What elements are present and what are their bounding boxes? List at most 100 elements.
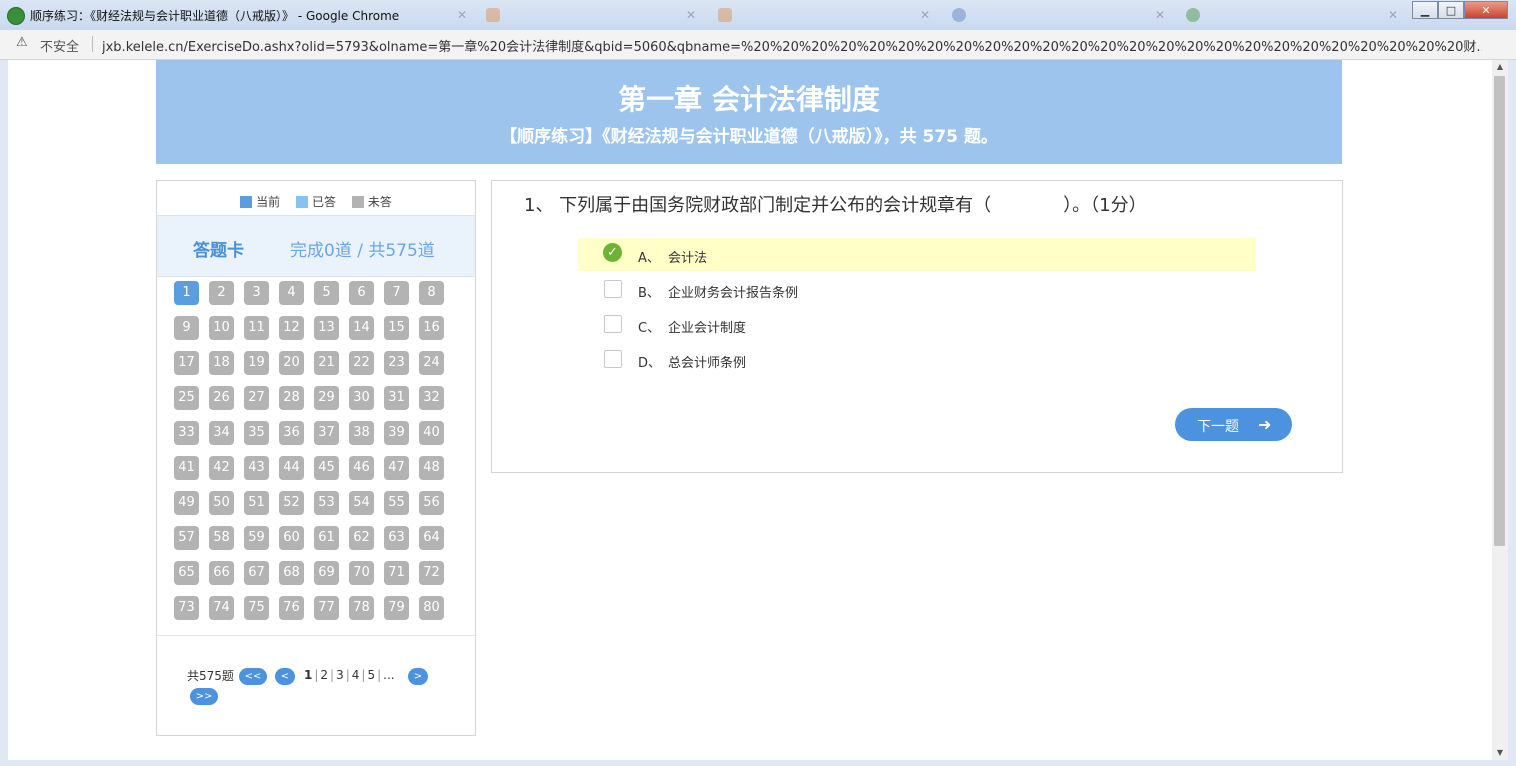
question-number-54[interactable]: 54 [349,491,374,515]
option-checkbox[interactable] [604,315,622,333]
question-number-50[interactable]: 50 [209,491,234,515]
question-number-23[interactable]: 23 [384,351,409,375]
option-checkbox[interactable] [604,280,622,298]
vertical-scrollbar[interactable]: ▲ ▼ [1492,60,1508,760]
page-link-2[interactable]: 2 [320,668,328,682]
question-number-8[interactable]: 8 [419,281,444,305]
question-number-52[interactable]: 52 [279,491,304,515]
question-number-66[interactable]: 66 [209,561,234,585]
question-number-12[interactable]: 12 [279,316,304,340]
question-number-13[interactable]: 13 [314,316,339,340]
question-number-30[interactable]: 30 [349,386,374,410]
question-number-24[interactable]: 24 [419,351,444,375]
question-number-78[interactable]: 78 [349,596,374,620]
question-number-28[interactable]: 28 [279,386,304,410]
question-number-57[interactable]: 57 [174,526,199,550]
question-number-36[interactable]: 36 [279,421,304,445]
page-link-1[interactable]: 1 [304,668,312,682]
question-number-68[interactable]: 68 [279,561,304,585]
next-question-button[interactable]: 下一题 ➜ [1175,408,1292,441]
question-number-32[interactable]: 32 [419,386,444,410]
question-number-27[interactable]: 27 [244,386,269,410]
question-number-3[interactable]: 3 [244,281,269,305]
tab-close-icon[interactable]: ✕ [1388,8,1398,22]
question-number-19[interactable]: 19 [244,351,269,375]
last-page-button[interactable]: >> [190,688,218,705]
next-page-button[interactable]: > [408,668,428,685]
question-number-48[interactable]: 48 [419,456,444,480]
question-number-20[interactable]: 20 [279,351,304,375]
question-number-17[interactable]: 17 [174,351,199,375]
security-label[interactable]: 不安全 [40,36,79,55]
question-number-49[interactable]: 49 [174,491,199,515]
tab-close-icon[interactable]: ✕ [457,8,467,22]
question-number-65[interactable]: 65 [174,561,199,585]
question-number-34[interactable]: 34 [209,421,234,445]
background-tab[interactable] [718,6,742,26]
question-number-79[interactable]: 79 [384,596,409,620]
maximize-button[interactable]: □ [1438,1,1464,19]
question-number-61[interactable]: 61 [314,526,339,550]
tab-close-icon[interactable]: ✕ [1155,8,1165,22]
page-link-4[interactable]: 4 [352,668,360,682]
question-number-47[interactable]: 47 [384,456,409,480]
question-number-37[interactable]: 37 [314,421,339,445]
question-number-40[interactable]: 40 [419,421,444,445]
question-number-44[interactable]: 44 [279,456,304,480]
question-number-39[interactable]: 39 [384,421,409,445]
prev-page-button[interactable]: < [275,668,295,685]
question-number-46[interactable]: 46 [349,456,374,480]
question-number-7[interactable]: 7 [384,281,409,305]
question-number-5[interactable]: 5 [314,281,339,305]
question-number-58[interactable]: 58 [209,526,234,550]
question-number-29[interactable]: 29 [314,386,339,410]
background-tab[interactable] [486,6,510,26]
question-number-56[interactable]: 56 [419,491,444,515]
question-number-33[interactable]: 33 [174,421,199,445]
question-number-10[interactable]: 10 [209,316,234,340]
close-button[interactable]: ✕ [1464,1,1508,19]
first-page-button[interactable]: << [239,668,267,685]
option-a[interactable]: ✓ A、 会计法 [578,238,1256,271]
question-number-11[interactable]: 11 [244,316,269,340]
question-number-35[interactable]: 35 [244,421,269,445]
question-number-6[interactable]: 6 [349,281,374,305]
question-number-25[interactable]: 25 [174,386,199,410]
option-d[interactable]: D、 总会计师条例 [578,343,1256,376]
question-number-22[interactable]: 22 [349,351,374,375]
question-number-15[interactable]: 15 [384,316,409,340]
question-number-1[interactable]: 1 [174,281,199,305]
url-field[interactable]: jxb.kelele.cn/ExerciseDo.ashx?olid=5793&… [102,36,1482,55]
question-number-55[interactable]: 55 [384,491,409,515]
scroll-thumb[interactable] [1494,76,1505,546]
option-b[interactable]: B、 企业财务会计报告条例 [578,273,1256,306]
warning-icon[interactable]: ⚠ [16,35,28,50]
question-number-45[interactable]: 45 [314,456,339,480]
question-number-67[interactable]: 67 [244,561,269,585]
option-checkbox[interactable] [604,350,622,368]
question-number-16[interactable]: 16 [419,316,444,340]
question-number-63[interactable]: 63 [384,526,409,550]
question-number-59[interactable]: 59 [244,526,269,550]
question-number-69[interactable]: 69 [314,561,339,585]
scroll-up-icon[interactable]: ▲ [1492,60,1508,74]
question-number-70[interactable]: 70 [349,561,374,585]
background-tab[interactable] [1186,6,1210,26]
page-link-3[interactable]: 3 [336,668,344,682]
question-number-62[interactable]: 62 [349,526,374,550]
checked-icon[interactable]: ✓ [603,243,622,262]
option-c[interactable]: C、 企业会计制度 [578,308,1256,341]
question-number-77[interactable]: 77 [314,596,339,620]
question-number-60[interactable]: 60 [279,526,304,550]
question-number-18[interactable]: 18 [209,351,234,375]
question-number-75[interactable]: 75 [244,596,269,620]
question-number-4[interactable]: 4 [279,281,304,305]
question-number-26[interactable]: 26 [209,386,234,410]
question-number-21[interactable]: 21 [314,351,339,375]
question-number-74[interactable]: 74 [209,596,234,620]
tab-close-icon[interactable]: ✕ [920,8,930,22]
question-number-53[interactable]: 53 [314,491,339,515]
question-number-76[interactable]: 76 [279,596,304,620]
question-number-38[interactable]: 38 [349,421,374,445]
page-link-5[interactable]: 5 [367,668,375,682]
